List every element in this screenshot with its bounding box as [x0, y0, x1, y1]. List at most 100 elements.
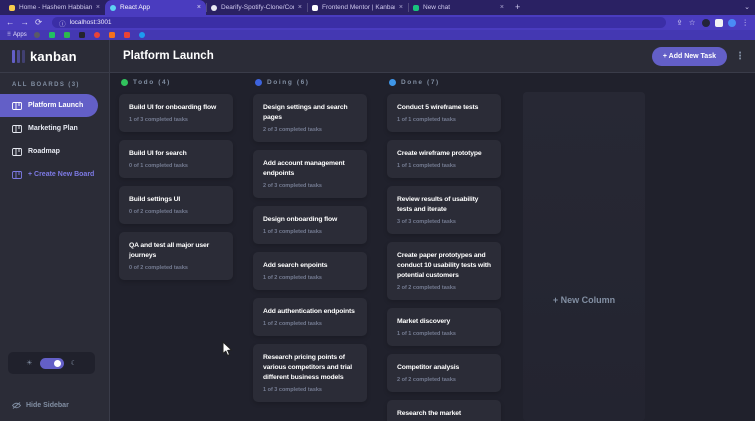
- task-subtasks-count: 0 of 1 completed tasks: [129, 163, 188, 169]
- window-chevron-icon[interactable]: ⌄: [739, 0, 755, 15]
- app-header: kanban Platform Launch + Add New Task ⋮: [0, 40, 755, 73]
- column-dot-icon: [255, 79, 262, 86]
- task-title: Design onboarding flow: [263, 216, 338, 223]
- task-card[interactable]: QA and test all major user journeys 0 of…: [119, 232, 233, 280]
- bookmark-twitter[interactable]: [138, 32, 145, 38]
- column-cards: Conduct 5 wireframe tests 1 of 1 complet…: [387, 94, 501, 421]
- sidebar-nav: Platform Launch Marketing Plan Roadmap +…: [0, 94, 109, 186]
- all-boards-label: ALL BOARDS (3): [12, 82, 80, 88]
- board-column: Done (7) Conduct 5 wireframe tests 1 of …: [387, 77, 501, 421]
- board-icon: [12, 170, 22, 179]
- task-card[interactable]: Research pricing points of various compe…: [253, 344, 367, 402]
- task-card[interactable]: Review results of usability tests and it…: [387, 186, 501, 234]
- column-label: Doing (6): [267, 79, 310, 86]
- bookmark-tv-site[interactable]: [78, 32, 85, 38]
- task-subtasks-count: 1 of 1 completed tasks: [397, 331, 456, 337]
- task-subtasks-count: 2 of 2 completed tasks: [397, 377, 456, 383]
- new-column-button[interactable]: + New Column: [523, 92, 645, 421]
- apps-grid-icon: ⠿: [7, 32, 11, 38]
- task-card[interactable]: Market discovery 1 of 1 completed tasks: [387, 308, 501, 346]
- task-title: Create wireframe prototype: [397, 150, 482, 157]
- task-title: Research pricing points of various compe…: [263, 354, 352, 381]
- add-new-task-button[interactable]: + Add New Task: [651, 46, 727, 66]
- back-icon[interactable]: ←: [6, 18, 15, 27]
- column-dot-icon: [121, 79, 128, 86]
- forward-icon[interactable]: →: [21, 18, 30, 27]
- bookmarks-bar: ⠿ Apps: [0, 30, 755, 40]
- messenger-extension-icon[interactable]: [701, 18, 710, 27]
- sidebar-item-create-new-board[interactable]: + Create New Board: [0, 163, 98, 186]
- tab[interactable]: New chat ×: [408, 0, 509, 15]
- task-card[interactable]: Build UI for search 0 of 1 completed tas…: [119, 140, 233, 178]
- tab-close-icon[interactable]: ×: [197, 4, 201, 11]
- task-subtasks-count: 1 of 1 completed tasks: [397, 117, 456, 123]
- bookmark-green-app-1[interactable]: [48, 32, 55, 38]
- task-card[interactable]: Add authentication endpoints 1 of 2 comp…: [253, 298, 367, 336]
- address-bar[interactable]: ⓘ localhost:3001: [52, 17, 667, 28]
- task-title: Build settings UI: [129, 196, 181, 203]
- profile-avatar-icon[interactable]: [727, 18, 736, 27]
- bookmark-maps-pin[interactable]: [93, 32, 100, 38]
- sidebar-item-roadmap[interactable]: Roadmap: [0, 140, 98, 163]
- task-title: Build UI for search: [129, 150, 187, 157]
- hide-sidebar-button[interactable]: Hide Sidebar: [12, 402, 69, 409]
- sidebar-item-label: + Create New Board: [28, 171, 95, 178]
- kanban-logo-icon: [12, 49, 25, 63]
- task-card[interactable]: Build settings UI 0 of 2 completed tasks: [119, 186, 233, 224]
- task-title: QA and test all major user journeys: [129, 242, 210, 259]
- task-card[interactable]: Conduct 5 wireframe tests 1 of 1 complet…: [387, 94, 501, 132]
- bookmark-green-app-2[interactable]: [63, 32, 70, 38]
- logo-text: kanban: [30, 48, 77, 64]
- task-title: Add search enpoints: [263, 262, 328, 269]
- tab[interactable]: Frontend Mentor | Kanban tas ×: [307, 0, 408, 15]
- task-subtasks-count: 1 of 3 completed tasks: [263, 387, 322, 393]
- task-card[interactable]: Build UI for onboarding flow 1 of 3 comp…: [119, 94, 233, 132]
- board: Todo (4) Build UI for onboarding flow 1 …: [111, 73, 755, 421]
- tab[interactable]: React App ×: [105, 0, 206, 15]
- app-logo: kanban: [0, 40, 110, 72]
- browser-menu-icon[interactable]: ⋮: [742, 18, 750, 27]
- task-card[interactable]: Competitor analysis 2 of 2 completed tas…: [387, 354, 501, 392]
- reload-icon[interactable]: ⟳: [35, 18, 42, 27]
- moon-icon: ☾: [70, 359, 77, 367]
- task-card[interactable]: Research the market 2 of 2 completed tas…: [387, 400, 501, 421]
- task-subtasks-count: 1 of 1 completed tasks: [397, 163, 456, 169]
- bookmark-star-icon[interactable]: ☆: [689, 18, 696, 27]
- task-card[interactable]: Create paper prototypes and conduct 10 u…: [387, 242, 501, 300]
- apps-shortcut[interactable]: ⠿ Apps: [7, 32, 27, 38]
- tab-close-icon[interactable]: ×: [500, 4, 504, 11]
- task-title: Design settings and search pages: [263, 104, 348, 121]
- sidebar-item-marketing-plan[interactable]: Marketing Plan: [0, 117, 98, 140]
- site-info-icon[interactable]: ⓘ: [59, 18, 66, 28]
- task-card[interactable]: Design onboarding flow 1 of 3 completed …: [253, 206, 367, 244]
- tab[interactable]: Home - Hashem Habbian ×: [4, 0, 105, 15]
- tab-close-icon[interactable]: ×: [399, 4, 403, 11]
- theme-toggle[interactable]: [39, 357, 64, 369]
- task-card[interactable]: Add search enpoints 1 of 2 completed tas…: [253, 252, 367, 290]
- board-column: Todo (4) Build UI for onboarding flow 1 …: [119, 77, 233, 421]
- board-menu-icon[interactable]: ⋮: [735, 51, 745, 62]
- task-card[interactable]: Design settings and search pages 2 of 3 …: [253, 94, 367, 142]
- tab-title: Frontend Mentor | Kanban tas: [322, 4, 395, 11]
- bookmark-orange-site[interactable]: [108, 32, 115, 38]
- sidebar-item-label: Roadmap: [28, 148, 60, 155]
- notes-extension-icon[interactable]: [714, 18, 723, 27]
- task-card[interactable]: Add account management endpoints 2 of 3 …: [253, 150, 367, 198]
- tab[interactable]: Dearify-Spotify-Clone/Contr ×: [206, 0, 307, 15]
- bookmark-gmail[interactable]: [123, 32, 130, 38]
- board-icon: [12, 101, 22, 110]
- bookmark-dark-site[interactable]: [33, 32, 40, 38]
- tab-title: React App: [120, 4, 150, 11]
- task-card[interactable]: Create wireframe prototype 1 of 1 comple…: [387, 140, 501, 178]
- tab-close-icon[interactable]: ×: [96, 4, 100, 11]
- new-tab-button[interactable]: +: [509, 0, 526, 15]
- tab-close-icon[interactable]: ×: [298, 4, 302, 11]
- column-header: Done (7): [389, 79, 501, 86]
- sidebar-item-platform-launch[interactable]: Platform Launch: [0, 94, 98, 117]
- tab-favicon: [9, 4, 15, 11]
- task-title: Competitor analysis: [397, 364, 460, 371]
- task-subtasks-count: 1 of 2 completed tasks: [263, 275, 322, 281]
- tab-favicon: [312, 4, 318, 11]
- share-icon[interactable]: ⇪: [676, 18, 682, 27]
- theme-toggle-box: ☀ ☾: [8, 352, 95, 374]
